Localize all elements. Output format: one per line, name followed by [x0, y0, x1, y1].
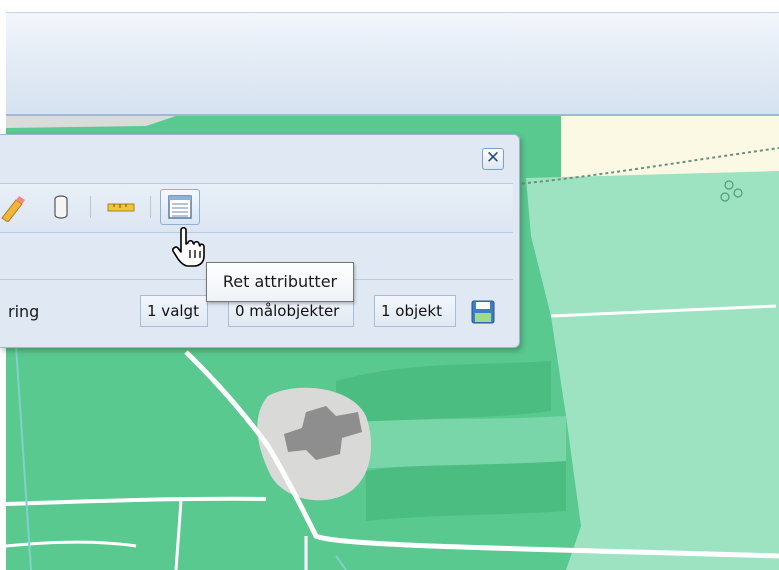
- tooltip: Ret attributter: [206, 262, 354, 302]
- panel-titlebar[interactable]: [0, 135, 519, 183]
- object-count-badge[interactable]: 1 objekt: [374, 295, 456, 327]
- ruler-icon[interactable]: [106, 192, 136, 222]
- toolbar-separator: [90, 196, 91, 218]
- edit-toolbar: [0, 183, 513, 233]
- application-header: [6, 12, 779, 116]
- pencil-icon[interactable]: [0, 192, 26, 222]
- edit-panel: ✕ ring 1 valgt 0 målobjekter 1 objekt: [0, 134, 520, 348]
- close-button[interactable]: ✕: [482, 148, 504, 170]
- selected-count-badge[interactable]: 1 valgt: [140, 295, 208, 327]
- attribute-table-icon: [168, 195, 192, 219]
- close-icon: ✕: [485, 148, 501, 168]
- window-top-strip: [0, 0, 779, 12]
- hand-cursor-icon: [172, 226, 205, 267]
- toolbar-separator: [150, 196, 151, 218]
- edit-attributes-button[interactable]: [160, 189, 200, 225]
- woodland-strip-2: [366, 461, 566, 521]
- status-label: ring: [8, 302, 40, 321]
- cylinder-icon[interactable]: [52, 192, 70, 222]
- save-icon[interactable]: [471, 300, 495, 324]
